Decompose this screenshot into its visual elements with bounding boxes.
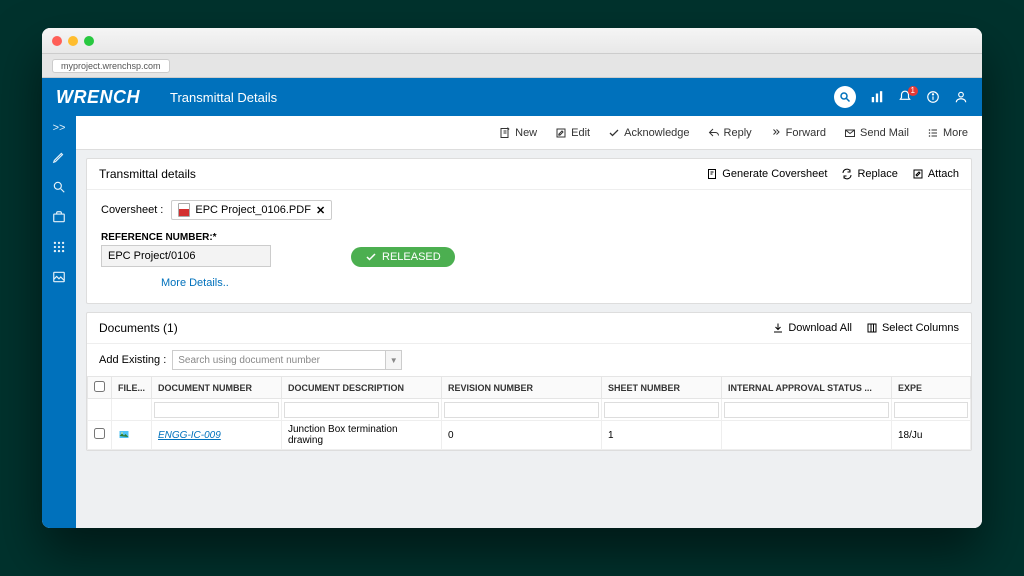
filter-approval[interactable]	[724, 402, 889, 418]
col-docdesc[interactable]: DOCUMENT DESCRIPTION	[282, 377, 442, 399]
cell-rev: 0	[442, 421, 602, 450]
mac-titlebar	[42, 28, 982, 54]
coversheet-file-chip[interactable]: EPC Project_0106.PDF ✕	[171, 200, 332, 220]
cell-approval	[722, 421, 892, 450]
row-checkbox[interactable]	[94, 428, 105, 439]
table-row[interactable]: ENGG-IC-009 Junction Box termination dra…	[88, 421, 971, 450]
generate-coversheet-button[interactable]: Generate Coversheet	[706, 168, 827, 180]
status-badge: RELEASED	[351, 247, 455, 267]
send-mail-button[interactable]: Send Mail	[844, 127, 909, 139]
document-number-link[interactable]: ENGG-IC-009	[158, 430, 221, 441]
briefcase-icon[interactable]	[52, 210, 66, 224]
filter-rev[interactable]	[444, 402, 599, 418]
notification-badge: 1	[908, 86, 918, 96]
info-icon[interactable]	[926, 90, 940, 104]
edit-icon[interactable]	[52, 150, 66, 164]
sidebar: >>	[42, 116, 76, 528]
new-button[interactable]: New	[499, 127, 537, 139]
documents-grid: FILE... DOCUMENT NUMBER DOCUMENT DESCRIP…	[87, 376, 971, 450]
add-existing-label: Add Existing :	[99, 354, 166, 366]
document-search-combo[interactable]: Search using document number ▼	[172, 350, 402, 370]
documents-panel: Documents (1) Download All Select Column…	[86, 312, 972, 451]
col-sheet[interactable]: SHEET NUMBER	[602, 377, 722, 399]
minimize-traffic-light[interactable]	[68, 36, 78, 46]
col-docnum[interactable]: DOCUMENT NUMBER	[152, 377, 282, 399]
browser-window: myproject.wrenchsp.com WRENCH Transmitta…	[42, 28, 982, 528]
url-bar: myproject.wrenchsp.com	[42, 54, 982, 78]
notifications-icon[interactable]: 1	[898, 90, 912, 104]
replace-button[interactable]: Replace	[841, 168, 897, 180]
documents-title: Documents (1)	[99, 321, 178, 335]
app-logo: WRENCH	[56, 87, 140, 108]
global-search-button[interactable]	[834, 86, 856, 108]
image-icon[interactable]	[52, 270, 66, 284]
pdf-icon	[178, 203, 190, 217]
edit-button[interactable]: Edit	[555, 127, 590, 139]
filter-sheet[interactable]	[604, 402, 719, 418]
user-icon[interactable]	[954, 90, 968, 104]
expand-icon[interactable]: >>	[53, 122, 66, 134]
transmittal-details-panel: Transmittal details Generate Coversheet …	[86, 158, 972, 304]
cell-docdesc: Junction Box termination drawing	[282, 421, 442, 450]
close-traffic-light[interactable]	[52, 36, 62, 46]
analytics-icon[interactable]	[870, 90, 884, 104]
maximize-traffic-light[interactable]	[84, 36, 94, 46]
more-details-link[interactable]: More Details..	[161, 277, 957, 289]
reference-input[interactable]	[101, 245, 271, 267]
col-rev[interactable]: REVISION NUMBER	[442, 377, 602, 399]
url-field[interactable]: myproject.wrenchsp.com	[52, 59, 170, 73]
forward-button[interactable]: Forward	[770, 127, 826, 139]
combo-dropdown-icon[interactable]: ▼	[385, 351, 401, 369]
cell-expe: 18/Ju	[892, 421, 971, 450]
search-icon[interactable]	[52, 180, 66, 194]
app-header: WRENCH Transmittal Details 1	[42, 78, 982, 116]
col-file[interactable]: FILE...	[112, 377, 152, 399]
col-expe[interactable]: EXPE	[892, 377, 971, 399]
more-button[interactable]: More	[927, 127, 968, 139]
cell-sheet: 1	[602, 421, 722, 450]
page-title: Transmittal Details	[170, 90, 277, 105]
filter-expe[interactable]	[894, 402, 968, 418]
file-type-icon	[118, 429, 130, 441]
filter-docnum[interactable]	[154, 402, 279, 418]
col-approval[interactable]: INTERNAL APPROVAL STATUS ...	[722, 377, 892, 399]
action-toolbar: New Edit Acknowledge Reply Forward Send …	[76, 116, 982, 150]
select-columns-button[interactable]: Select Columns	[866, 322, 959, 334]
acknowledge-button[interactable]: Acknowledge	[608, 127, 689, 139]
panel-title: Transmittal details	[99, 167, 196, 181]
reference-label: REFERENCE NUMBER:*	[101, 232, 271, 243]
remove-file-icon[interactable]: ✕	[316, 204, 325, 217]
coversheet-label: Coversheet :	[101, 204, 163, 216]
attach-button[interactable]: Attach	[912, 168, 959, 180]
reply-button[interactable]: Reply	[708, 127, 752, 139]
main-content: New Edit Acknowledge Reply Forward Send …	[76, 116, 982, 528]
filter-docdesc[interactable]	[284, 402, 439, 418]
download-all-button[interactable]: Download All	[772, 322, 852, 334]
select-all-checkbox[interactable]	[94, 381, 105, 392]
apps-icon[interactable]	[52, 240, 66, 254]
